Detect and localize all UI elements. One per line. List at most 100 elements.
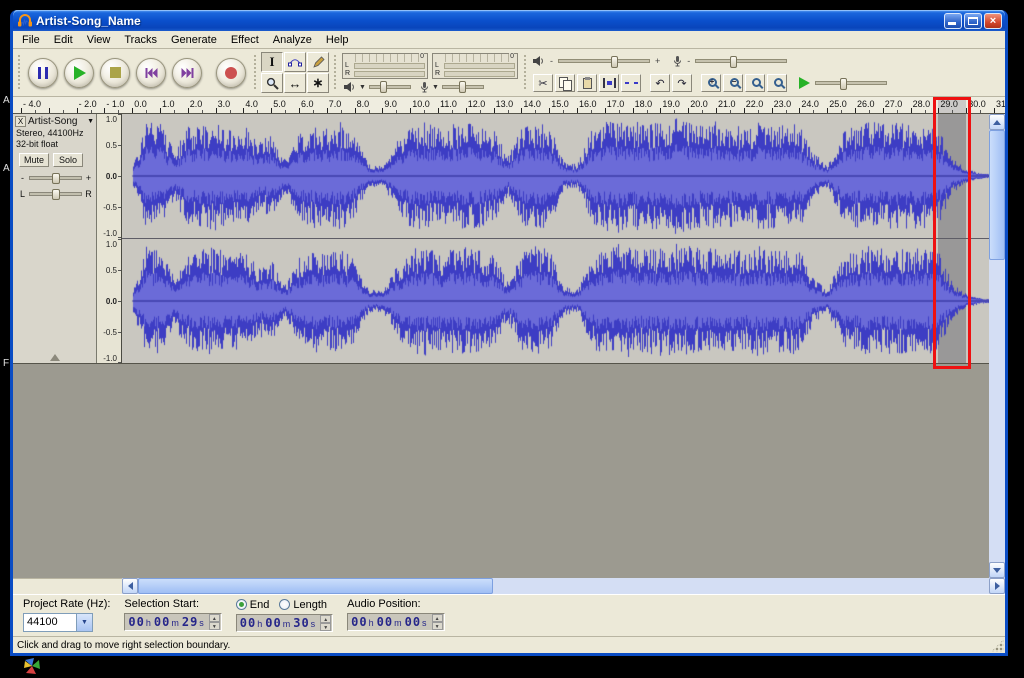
toolbar-grip[interactable]: [253, 54, 257, 91]
selection-end-time[interactable]: 00h 00m 30s ▲▼: [236, 614, 333, 632]
toolbar-grip[interactable]: [523, 54, 527, 91]
track-collapse-button[interactable]: [13, 352, 96, 362]
selection-tool-button[interactable]: I: [261, 52, 283, 72]
scroll-down-button[interactable]: [989, 562, 1005, 578]
spin-up-button[interactable]: ▲: [209, 614, 220, 622]
waveform-channel-left[interactable]: [122, 114, 989, 238]
skip-to-start-button[interactable]: [136, 58, 166, 88]
copy-button[interactable]: [555, 74, 575, 92]
recording-meter[interactable]: 0 L R: [432, 53, 518, 79]
timeline-ruler[interactable]: - 4.0- 2.0- 1.00.01.02.03.04.05.06.07.08…: [13, 97, 1005, 114]
output-device-slider[interactable]: [369, 85, 411, 89]
minutes-value[interactable]: 00: [265, 616, 281, 630]
seconds-value[interactable]: 30: [293, 616, 309, 630]
menu-view[interactable]: View: [80, 32, 118, 48]
track-name[interactable]: Artist-Song: [28, 116, 85, 127]
input-device-dropdown-icon[interactable]: ▼: [432, 84, 439, 91]
minutes-value[interactable]: 00: [377, 615, 393, 629]
spin-down-button[interactable]: ▼: [432, 622, 443, 630]
multi-tool-button[interactable]: ∗: [307, 73, 329, 93]
scroll-up-button[interactable]: [989, 114, 1005, 130]
minutes-value[interactable]: 00: [154, 615, 170, 629]
toolbar-grip[interactable]: [333, 54, 337, 91]
redo-button[interactable]: ↷: [672, 74, 692, 92]
play-button[interactable]: [64, 58, 94, 88]
recording-volume-slider[interactable]: [695, 59, 787, 63]
scroll-left-button[interactable]: [122, 578, 138, 594]
menu-generate[interactable]: Generate: [164, 32, 224, 48]
spin-up-button[interactable]: ▲: [432, 614, 443, 622]
trim-button[interactable]: [599, 74, 619, 92]
undo-button[interactable]: ↶: [650, 74, 670, 92]
vertical-scroll-thumb[interactable]: [989, 130, 1005, 260]
hours-value[interactable]: 00: [128, 615, 144, 629]
gain-slider-thumb[interactable]: [52, 173, 60, 184]
menu-effect[interactable]: Effect: [224, 32, 266, 48]
menu-file[interactable]: File: [15, 32, 47, 48]
horizontal-scrollbar[interactable]: [122, 578, 1005, 594]
hours-value[interactable]: 00: [240, 616, 256, 630]
desktop-shortcut-icon[interactable]: [22, 656, 42, 676]
track-control-panel[interactable]: X Artist-Song ▼ Stereo, 44100Hz 32-bit f…: [13, 114, 97, 363]
vertical-ruler[interactable]: 1.00.50.0-0.5-1.01.00.50.0-0.5-1.0: [97, 114, 122, 363]
input-device-slider-thumb[interactable]: [459, 81, 466, 93]
draw-tool-button[interactable]: [307, 52, 329, 72]
input-device-slider[interactable]: [442, 85, 484, 89]
zoom-in-button[interactable]: +: [701, 74, 721, 92]
gain-slider[interactable]: [29, 176, 82, 180]
paste-button[interactable]: [577, 74, 597, 92]
maximize-button[interactable]: [964, 13, 982, 29]
envelope-tool-button[interactable]: [284, 52, 306, 72]
menu-edit[interactable]: Edit: [47, 32, 80, 48]
output-device-dropdown-icon[interactable]: ▼: [359, 84, 366, 91]
skip-to-end-button[interactable]: [172, 58, 202, 88]
selection-start-time[interactable]: 00h 00m 29s ▲▼: [124, 613, 221, 631]
waveform-channel-right[interactable]: [122, 239, 989, 363]
menu-tracks[interactable]: Tracks: [117, 32, 164, 48]
pause-button[interactable]: [28, 58, 58, 88]
length-radio[interactable]: Length: [279, 599, 327, 611]
horizontal-scroll-track[interactable]: [493, 578, 989, 594]
end-radio[interactable]: End: [236, 599, 270, 611]
fit-selection-button[interactable]: [745, 74, 765, 92]
seconds-value[interactable]: 29: [182, 615, 198, 629]
hours-value[interactable]: 00: [351, 615, 367, 629]
spin-down-button[interactable]: ▼: [320, 623, 331, 631]
scroll-right-button[interactable]: [989, 578, 1005, 594]
timeshift-tool-button[interactable]: ↔: [284, 73, 306, 93]
track-menu-arrow-icon[interactable]: ▼: [87, 118, 94, 125]
vertical-scroll-track[interactable]: [989, 260, 1005, 562]
waveform-region[interactable]: [122, 114, 989, 363]
output-device-slider-thumb[interactable]: [380, 81, 387, 93]
length-radio-circle[interactable]: [279, 599, 290, 610]
silence-button[interactable]: [621, 74, 641, 92]
menu-analyze[interactable]: Analyze: [266, 32, 319, 48]
track-close-button[interactable]: X: [15, 116, 26, 127]
zoom-tool-button[interactable]: [261, 73, 283, 93]
vertical-scrollbar[interactable]: [989, 114, 1005, 578]
toolbar-grip[interactable]: [17, 54, 21, 91]
cut-button[interactable]: ✂: [533, 74, 553, 92]
solo-button[interactable]: Solo: [53, 153, 83, 167]
project-rate-combo[interactable]: 44100 ▼: [23, 613, 93, 632]
spin-up-button[interactable]: ▲: [320, 615, 331, 623]
combo-dropdown-icon[interactable]: ▼: [76, 614, 92, 631]
play-at-speed-button[interactable]: [799, 77, 810, 89]
horizontal-scroll-thumb[interactable]: [138, 578, 493, 594]
record-button[interactable]: [216, 58, 246, 88]
playback-meter[interactable]: 0 L R: [342, 53, 428, 79]
title-bar[interactable]: Artist-Song_Name ×: [13, 10, 1005, 31]
fit-project-button[interactable]: [767, 74, 787, 92]
recording-volume-thumb[interactable]: [730, 56, 737, 68]
mute-button[interactable]: Mute: [19, 153, 49, 167]
audio-position-time[interactable]: 00h 00m 00s ▲▼: [347, 613, 444, 631]
seconds-value[interactable]: 00: [405, 615, 421, 629]
pan-slider-thumb[interactable]: [52, 189, 60, 200]
resize-grip[interactable]: [991, 639, 1004, 652]
playback-volume-slider[interactable]: [558, 59, 650, 63]
minimize-button[interactable]: [944, 13, 962, 29]
close-button[interactable]: ×: [984, 13, 1002, 29]
empty-project-area[interactable]: [13, 364, 989, 578]
playback-volume-thumb[interactable]: [611, 56, 618, 68]
stop-button[interactable]: [100, 58, 130, 88]
